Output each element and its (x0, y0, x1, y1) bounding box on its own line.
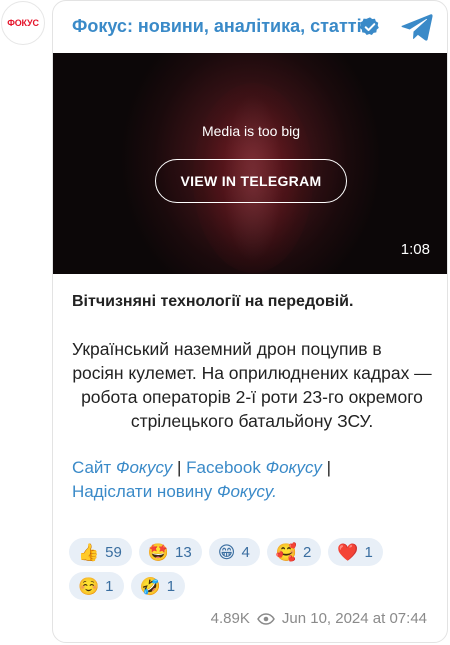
star-struck-icon: 🤩 (147, 542, 170, 562)
reaction-grin[interactable]: 😁 4 (208, 538, 260, 566)
reaction-count: 1 (166, 577, 176, 595)
reaction-thumbs-up[interactable]: 👍 59 (69, 538, 132, 566)
reaction-count: 4 (241, 543, 250, 561)
site-link-brand: Фокусу (115, 458, 173, 477)
reaction-count: 1 (364, 543, 373, 561)
video-media-preview[interactable]: Media is too big VIEW IN TELEGRAM 1:08 (53, 53, 447, 274)
heart-icon: ❤️ (337, 542, 359, 562)
reaction-star-struck[interactable]: 🤩 13 (138, 538, 202, 566)
post-links: Сайт Фокусу | Facebook Фокусу | Надіслат… (72, 456, 432, 504)
reaction-count: 1 (105, 577, 114, 595)
reaction-smiling-hearts[interactable]: 🥰 2 (266, 538, 322, 566)
reactions-row-2: ☺️ 1 🤣 1 (69, 572, 439, 600)
reactions-row-1: 👍 59 🤩 13 😁 4 🥰 2 ❤️ 1 (69, 538, 439, 566)
link-separator: | (177, 458, 182, 477)
post-date[interactable]: Jun 10, 2024 at 07:44 (282, 610, 427, 627)
channel-title[interactable]: Фокус: новини, аналітика, статті (72, 16, 362, 37)
post-paragraph: Український наземний дрон поцупив в росі… (72, 337, 432, 433)
view-count: 4.89K (210, 610, 250, 627)
grin-icon: 😁 (217, 542, 236, 562)
avatar-logo-text: ФОКУС (7, 18, 39, 28)
site-link[interactable]: Сайт Фокусу (72, 458, 172, 477)
link-separator: | (326, 458, 332, 477)
site-link-label: Сайт (72, 458, 112, 477)
post-body: Вітчизняні технології на передовій. Укра… (72, 291, 432, 504)
facebook-link-label: Facebook (186, 458, 261, 477)
post-card: Фокус: новини, аналітика, статті Media i… (52, 0, 448, 643)
post-footer: 4.89K Jun 10, 2024 at 07:44 (211, 610, 427, 627)
post-paragraph-rest: росіян кулемет. На оприлюднених кадрах —… (72, 363, 432, 431)
reaction-count: 2 (302, 543, 312, 561)
reactions-bar: 👍 59 🤩 13 😁 4 🥰 2 ❤️ 1 ☺️ 1 🤣 1 (69, 538, 439, 606)
video-duration: 1:08 (400, 241, 430, 258)
post-header: Фокус: новини, аналітика, статті (53, 1, 447, 53)
facebook-link[interactable]: Facebook Фокусу (186, 458, 322, 477)
submit-news-label: Надіслати новину (72, 482, 213, 501)
reaction-count: 59 (105, 543, 122, 561)
thumbs-up-icon: 👍 (78, 542, 100, 562)
reaction-heart[interactable]: ❤️ 1 (328, 538, 383, 566)
submit-news-link[interactable]: Надіслати новину Фокусу. (72, 482, 277, 501)
channel-avatar[interactable]: ФОКУС (1, 1, 45, 45)
post-headline: Вітчизняні технології на передовій. (72, 293, 354, 310)
reaction-smiling[interactable]: ☺️ 1 (69, 572, 124, 600)
telegram-icon[interactable] (401, 13, 433, 41)
post-paragraph-line1: Український наземний дрон поцупив в (72, 339, 382, 359)
smiling-face-icon: ☺️ (78, 576, 100, 596)
eye-icon (256, 612, 275, 625)
reaction-rofl[interactable]: 🤣 1 (130, 572, 186, 600)
reaction-count: 13 (175, 543, 192, 561)
view-in-telegram-button[interactable]: VIEW IN TELEGRAM (155, 159, 347, 203)
facebook-link-brand: Фокусу (265, 458, 322, 477)
media-too-big-message: Media is too big (201, 123, 301, 139)
rofl-icon: 🤣 (139, 576, 161, 596)
smiling-hearts-icon: 🥰 (275, 542, 297, 562)
submit-news-brand: Фокусу. (216, 482, 277, 501)
verified-badge-icon (359, 17, 379, 35)
